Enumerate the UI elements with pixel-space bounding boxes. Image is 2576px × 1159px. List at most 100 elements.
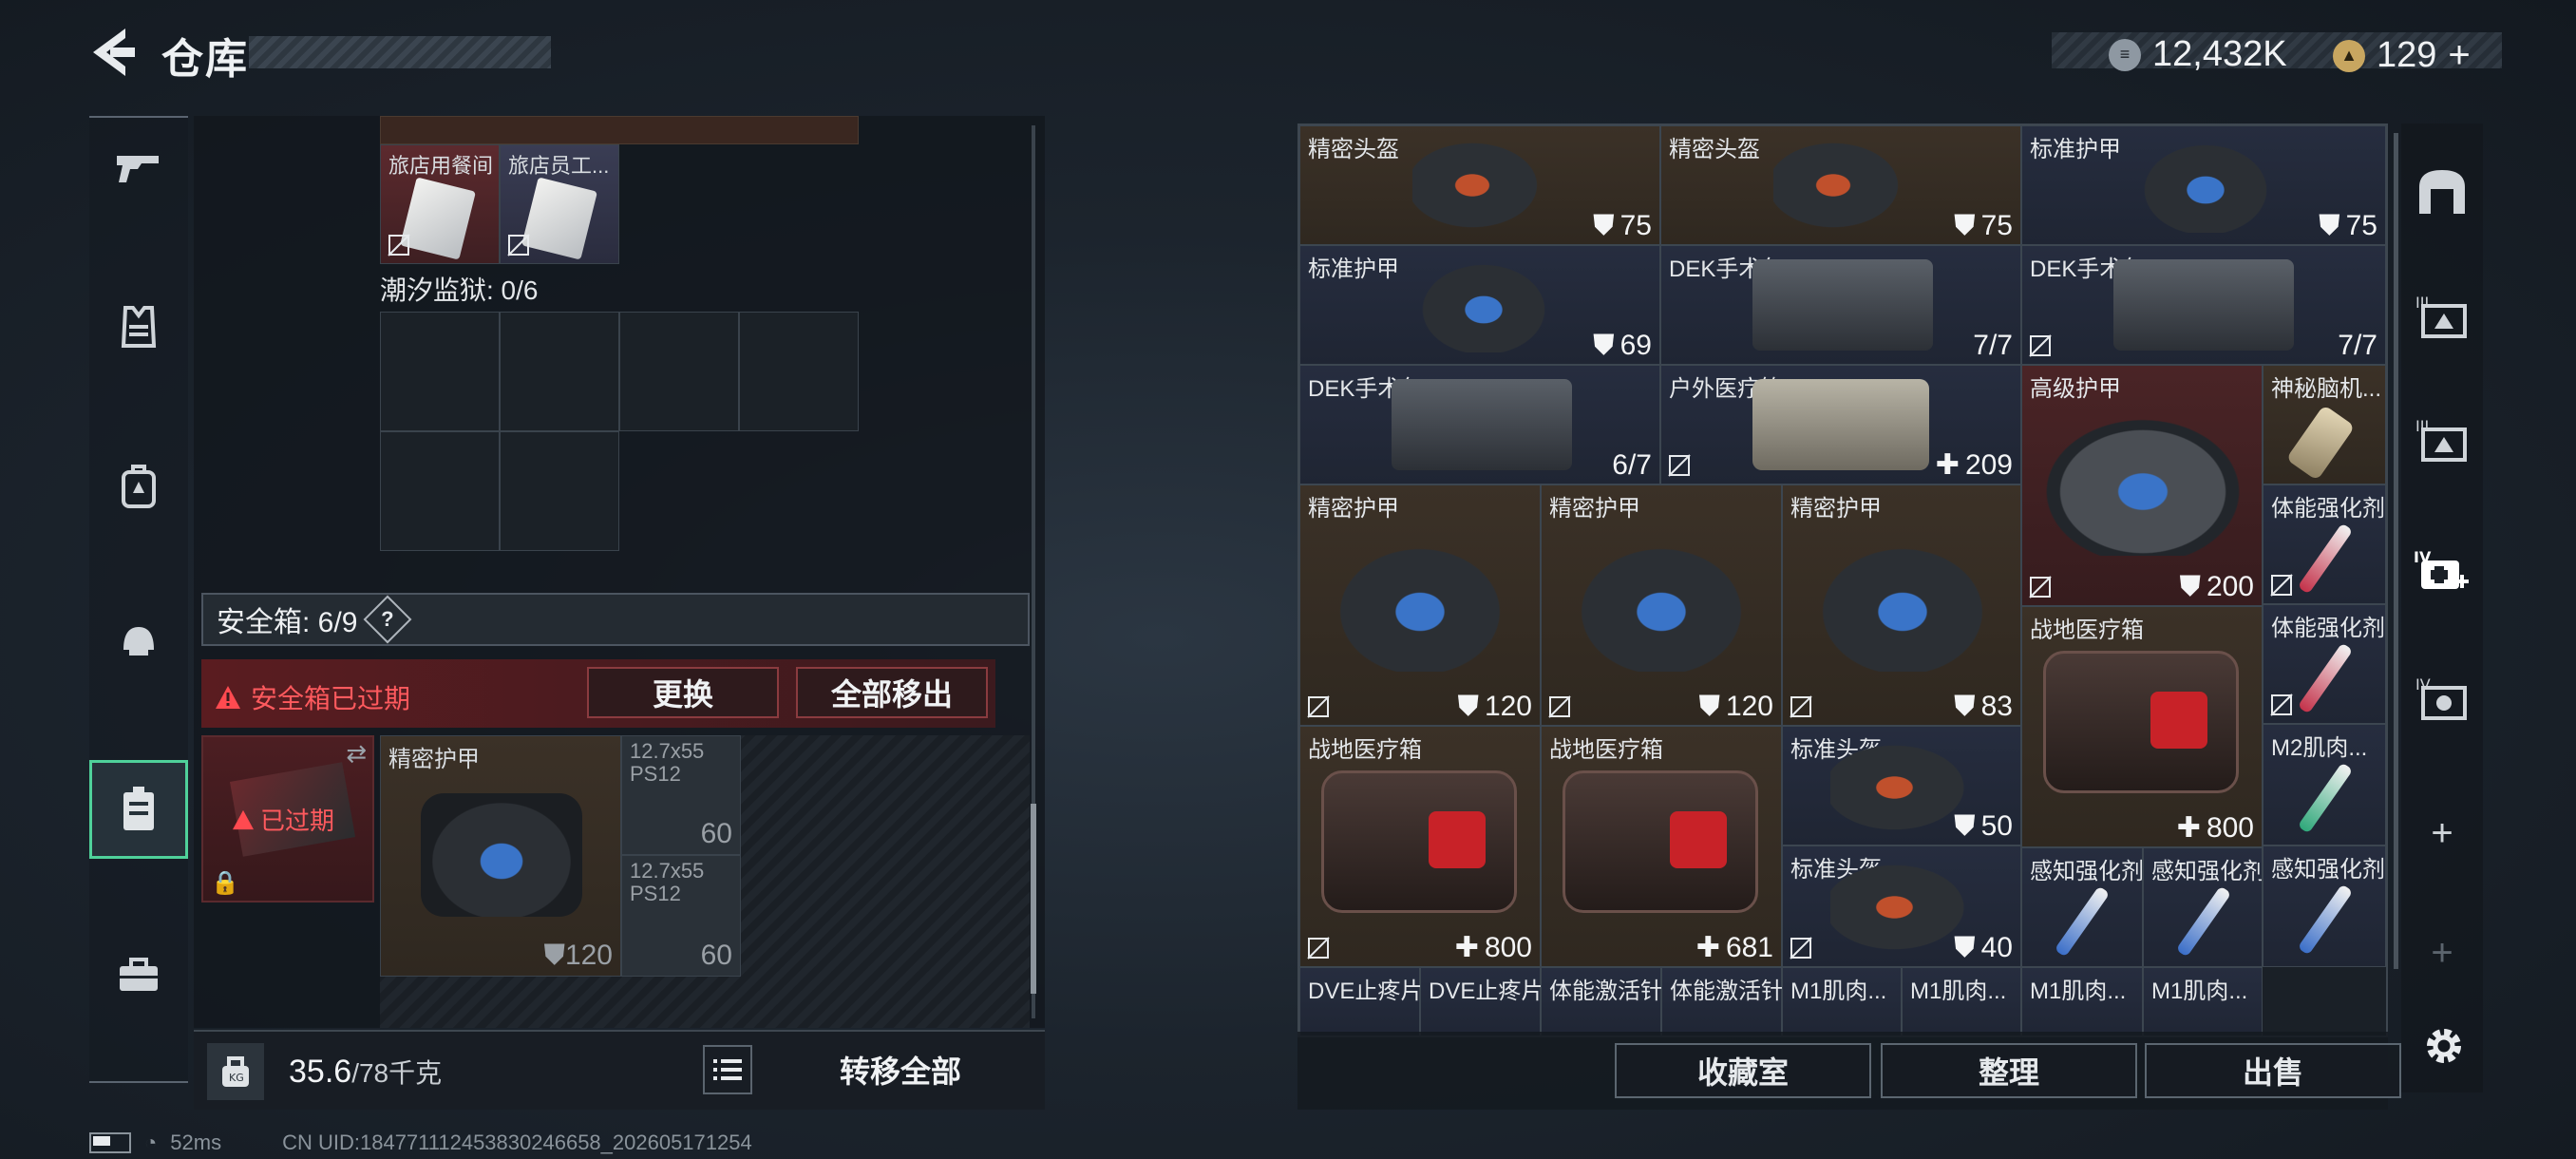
empty-slot[interactable] <box>500 431 619 551</box>
shield-icon: ⛊ <box>1698 691 1720 722</box>
collection-room-button[interactable]: 收藏室 <box>1615 1043 1871 1098</box>
battery-icon <box>89 1132 131 1153</box>
durability-value: 75 <box>1619 210 1652 241</box>
swap-icon[interactable]: ⇄ <box>346 739 367 769</box>
item-standard-helmet[interactable]: 标准头盔 ⛊40 <box>1782 846 2021 967</box>
item-perception-booster[interactable]: 感知强化剂 <box>2021 847 2143 967</box>
item-standard-helmet[interactable]: 标准头盔 ⛊50 <box>1782 726 2021 846</box>
safebox-grid: 精密护甲 ⛊120 12.7x55 PS12 60 12.7x55 PS12 6… <box>380 735 1030 1028</box>
item-precision-armor[interactable]: 精密护甲 ⛊120 <box>1299 484 1541 726</box>
nav-supplies[interactable] <box>89 925 188 1024</box>
item-dve-painkiller[interactable]: DVE止疼片 <box>1299 967 1420 1036</box>
item-standard-armor[interactable]: 标准护甲 ⛊ 75 <box>2021 125 2386 245</box>
armor-image <box>1568 539 1754 672</box>
tab-tier4-other[interactable]: IV <box>2401 657 2483 739</box>
item-stamina-injector[interactable]: 体能激活针 <box>1541 967 1661 1036</box>
ticket-icon: ▲ <box>2333 39 2365 72</box>
item-precision-armor[interactable]: 精密护甲 ⛊ 83 <box>1782 484 2021 726</box>
shield-icon: ⛊ <box>1954 810 1976 842</box>
item-precision-helmet[interactable]: 精密头盔 ⛊ 75 <box>1660 125 2021 245</box>
item-field-medkit[interactable]: 战地医疗箱 ✚ 800 <box>2021 606 2263 847</box>
item-label: 体能强化剂 <box>2271 616 2385 641</box>
item-mystery-chip[interactable]: 神秘脑机... <box>2263 365 2386 484</box>
item-outdoor-medkit[interactable]: 户外医疗箱 ✚ 209 <box>1660 365 2021 484</box>
item-dek-surgery-kit[interactable]: DEK手术包 7/7 <box>1660 245 2021 365</box>
nav-weapons[interactable] <box>89 118 188 217</box>
item-perception-booster[interactable]: 感知强化剂 <box>2263 846 2386 967</box>
lock-icon: 🔒 <box>211 870 239 896</box>
tab-tier3-a[interactable]: III <box>2401 276 2483 357</box>
chip-image <box>2285 404 2356 482</box>
add-ticket-icon[interactable]: + <box>2448 34 2470 77</box>
empty-slot[interactable] <box>380 431 500 551</box>
stash-item[interactable]: 旅店员工... <box>500 144 619 264</box>
armor-image <box>421 793 582 917</box>
item-dek-surgery-kit[interactable]: DEK手术包 6/7 <box>1299 365 1660 484</box>
item-standard-armor[interactable]: 标准护甲 ⛊ 69 <box>1299 245 1660 365</box>
item-m1-muscle[interactable]: M1肌肉... <box>2021 967 2143 1036</box>
item-m1-muscle[interactable]: M1肌肉... <box>1902 967 2021 1036</box>
item-label: 感知强化剂 <box>2271 857 2385 883</box>
ticket-display[interactable]: ▲ 129 + <box>2333 34 2471 77</box>
nav-helmet[interactable] <box>89 591 188 690</box>
transfer-all-button[interactable]: 转移全部 <box>767 1043 1033 1096</box>
item-label: 体能激活针 <box>1670 978 1782 1004</box>
durability-value: 120 <box>1484 691 1532 722</box>
move-all-out-button[interactable]: 全部移出 <box>796 667 988 718</box>
no-stash-icon <box>1668 454 1691 477</box>
item-m1-muscle[interactable]: M1肌肉... <box>1782 967 1902 1036</box>
item-precision-helmet[interactable]: 精密头盔 ⛊ 75 <box>1299 125 1660 245</box>
back-arrow-icon <box>93 28 135 76</box>
item-label: M1肌肉... <box>1910 978 2007 1004</box>
item-perception-booster[interactable]: 感知强化剂 <box>2143 847 2263 967</box>
sort-button[interactable]: 整理 <box>1881 1043 2137 1098</box>
item-field-medkit[interactable]: 战地医疗箱 ✚ 800 <box>1299 726 1541 967</box>
item-durability: ⛊ 200 <box>2179 571 2254 603</box>
sell-button[interactable]: 出售 <box>2145 1043 2401 1098</box>
item-dve-painkiller[interactable]: DVE止疼片 <box>1420 967 1541 1036</box>
item-stamina-booster[interactable]: 体能强化剂 <box>2263 604 2386 724</box>
grid-scrollbar[interactable] <box>2394 133 2398 969</box>
stash-item[interactable]: 旅店用餐间 <box>380 144 500 264</box>
nav-backpack[interactable] <box>89 437 188 536</box>
item-ammo[interactable]: 12.7x55 PS12 60 <box>621 735 741 855</box>
item-m1-muscle[interactable]: M1肌肉... <box>2143 967 2263 1036</box>
shield-icon: ⛊ <box>1593 330 1615 361</box>
shield-icon: ⛊ <box>543 940 565 971</box>
hp-value: 681 <box>1725 931 1773 963</box>
item-stamina-booster[interactable]: 体能强化剂 <box>2263 484 2386 604</box>
add-tab-icon[interactable]: + <box>2401 792 2483 874</box>
empty-slot[interactable] <box>380 312 500 431</box>
item-advanced-armor[interactable]: 高级护甲 ⛊ 200 <box>2021 365 2263 606</box>
item-field-medkit[interactable]: 战地医疗箱 ✚ 681 <box>1541 726 1782 967</box>
item-precision-armor[interactable]: 精密护甲 ⛊120 <box>1541 484 1782 726</box>
empty-slot[interactable] <box>619 312 739 431</box>
empty-slot[interactable] <box>739 312 859 431</box>
nav-armor[interactable] <box>89 277 188 376</box>
item-label: DVE止疼片 <box>1429 978 1541 1004</box>
tab-tier3-b[interactable]: III <box>2401 399 2483 481</box>
hp-value: 800 <box>1484 931 1532 963</box>
gun-icon <box>117 156 159 182</box>
coin-icon: ≡ <box>2109 38 2141 71</box>
injector-image <box>2297 762 2354 834</box>
tab-tier4-medical[interactable]: IV <box>2401 530 2483 612</box>
item-stamina-injector[interactable]: 体能激活针 <box>1661 967 1782 1036</box>
item-precision-armor[interactable]: 精密护甲 ⛊120 <box>380 735 621 977</box>
safebox-slot[interactable]: 已过期 ⇄ 🔒 <box>201 735 374 902</box>
tab-all[interactable] <box>2401 150 2483 232</box>
item-ammo[interactable]: 12.7x55 PS12 60 <box>621 855 741 977</box>
help-label: ? <box>381 606 395 631</box>
item-dek-surgery-kit[interactable]: DEK手术包 7/7 <box>2021 245 2386 365</box>
scrollbar-thumb[interactable] <box>1031 804 1036 994</box>
item-m2-muscle[interactable]: M2肌肉... <box>2263 724 2386 846</box>
coin-display[interactable]: ≡ 12,432K <box>2109 34 2287 75</box>
list-view-button[interactable] <box>703 1045 752 1094</box>
help-icon[interactable]: ? <box>363 595 412 644</box>
nav-safebox[interactable] <box>89 760 188 859</box>
medkit-image <box>2043 651 2239 793</box>
empty-slot[interactable] <box>500 312 619 431</box>
back-button[interactable] <box>87 25 139 80</box>
replace-button[interactable]: 更换 <box>587 667 779 718</box>
settings-button[interactable] <box>2420 1022 2468 1070</box>
